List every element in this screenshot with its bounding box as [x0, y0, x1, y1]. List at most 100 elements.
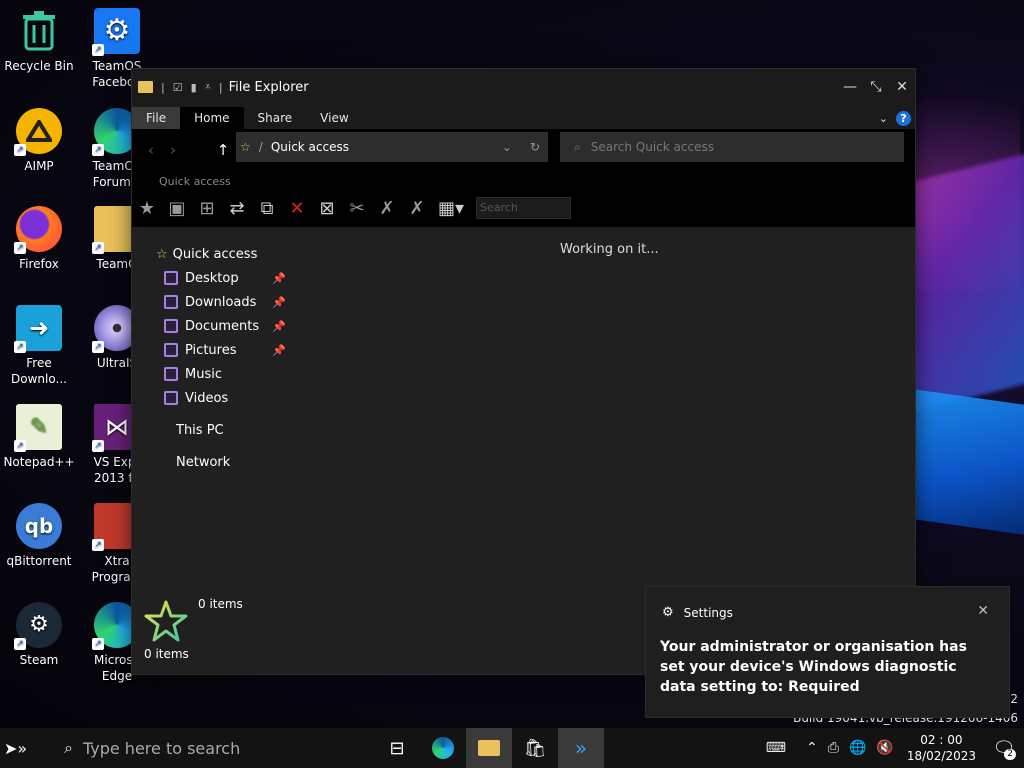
quick-access-star-icon: ☆ — [156, 246, 168, 262]
notepadpp-icon: ✎ ↗ — [14, 404, 62, 452]
remove-icon[interactable]: ✗ — [404, 195, 430, 221]
notification-app-name: Settings — [683, 605, 733, 620]
folder-icon — [164, 391, 178, 405]
store-taskbar-icon[interactable]: 🛍 — [512, 728, 558, 768]
ribbon-group-label: Quick access — [159, 175, 231, 188]
maximize-button[interactable]: ⤡ — [863, 79, 889, 95]
app-taskbar-icon[interactable]: » — [558, 728, 604, 768]
status-item-count: 0 items — [198, 597, 243, 611]
nav-quick-access[interactable]: ☆ Quick access — [156, 243, 257, 265]
gear-icon: ⚙ — [662, 605, 674, 620]
nav-item-downloads[interactable]: Downloads 📌 — [164, 291, 286, 313]
desktop-icon-steam[interactable]: ⚙ ↗ Steam — [0, 602, 78, 668]
arrow-app-icon: » — [574, 736, 588, 760]
nav-item-documents[interactable]: Documents 📌 — [164, 315, 286, 337]
pin-icon: 📌 — [272, 271, 286, 285]
desktop-icon-free-download[interactable]: ➜ ↗ Free Downlo... — [0, 305, 78, 387]
nav-network[interactable]: Network — [176, 451, 230, 473]
ribbon-body: Quick access ★ ▣ ⊞ ⇄ ⧉ ✕ ⊠ ✂ ✗ ✗ ▦▾ Sear… — [132, 173, 915, 227]
nav-item-pictures[interactable]: Pictures 📌 — [164, 339, 286, 361]
free-download-icon: ➜ ↗ — [14, 305, 62, 353]
cut-icon[interactable]: ✂ — [344, 195, 370, 221]
tab-file[interactable]: File — [132, 107, 181, 129]
forward-button[interactable]: › — [162, 141, 184, 161]
navigation-pane: ☆ Quick access Desktop 📌 Downloads 📌 Doc… — [132, 233, 292, 493]
task-view-icon[interactable]: ⊟ — [374, 728, 420, 768]
move-to-icon[interactable]: ⇄ — [224, 195, 250, 221]
ribbon-tabs: File Home Share View ⌄ ? — [132, 105, 915, 129]
taskbar-search-box[interactable]: ⌕ Type here to search — [64, 738, 374, 758]
expand-ribbon-icon[interactable]: ⌄ — [879, 112, 888, 125]
new-folder-icon[interactable]: ▮ — [191, 81, 197, 94]
pin-icon: 📌 — [272, 343, 286, 357]
desktop-icon-firefox[interactable]: ↗ Firefox — [0, 206, 78, 272]
refresh-icon[interactable]: ↻ — [530, 140, 540, 154]
address-dropdown-icon[interactable]: ⌄ — [502, 140, 512, 154]
pin-icon: 📌 — [272, 319, 286, 333]
help-icon[interactable]: ? — [896, 111, 911, 126]
rename-icon[interactable]: ✗ — [374, 195, 400, 221]
clock-date: 18/02/2023 — [906, 749, 976, 763]
store-icon: 🛍 — [523, 737, 547, 759]
search-placeholder: Search Quick access — [590, 140, 714, 154]
desktop-icon-qbittorrent[interactable]: qb qBittorrent — [0, 503, 78, 569]
network-globe-icon[interactable]: 🌐 — [844, 740, 871, 756]
desktop-icon-aimp[interactable]: ↗ AIMP — [0, 108, 78, 174]
window-title: File Explorer — [228, 79, 309, 95]
delete-icon[interactable]: ✕ — [284, 195, 310, 221]
taskbar-search-placeholder: Type here to search — [82, 738, 241, 758]
nav-this-pc[interactable]: This PC — [176, 419, 224, 441]
show-hidden-icons-chevron-icon[interactable]: ⌃ — [801, 740, 823, 756]
settings-notification[interactable]: ⚙ Settings ✕ Your administrator or organ… — [645, 586, 1010, 718]
notification-count-badge: 2 — [1004, 749, 1016, 760]
quick-access-toolbar: | ☑ ▮ ⩡ | — [132, 80, 223, 94]
copy-to-icon[interactable]: ⧉ — [254, 195, 280, 221]
firefox-icon: ↗ — [14, 206, 62, 254]
tab-share[interactable]: Share — [244, 107, 307, 129]
action-center-button[interactable]: 🗨 2 — [984, 728, 1024, 768]
windows-icon[interactable]: ⊞ — [194, 195, 220, 221]
file-explorer-taskbar-icon[interactable] — [466, 728, 512, 768]
properties-icon[interactable]: ☑ — [173, 81, 183, 94]
close-button[interactable]: ✕ — [889, 79, 915, 95]
customize-qat-icon[interactable]: ⩡ — [205, 80, 211, 94]
qbittorrent-icon: qb — [16, 503, 62, 549]
address-text: Quick access — [270, 140, 349, 154]
nav-item-videos[interactable]: Videos — [164, 387, 228, 409]
quick-access-star-icon — [144, 600, 188, 642]
search-box[interactable]: ⌕ Search Quick access — [560, 132, 904, 162]
volume-muted-icon[interactable]: 🔇 — [871, 740, 898, 756]
edge-icon — [432, 737, 454, 759]
address-bar[interactable]: ☆ / Quick access ⌄ ↻ — [236, 132, 548, 162]
delete-permanently-icon[interactable]: ⊠ — [314, 195, 340, 221]
desktop-icon-notepadpp[interactable]: ✎ ↗ Notepad++ — [0, 404, 78, 470]
details-pane: 0 items 0 items — [144, 597, 344, 669]
nav-item-desktop[interactable]: Desktop 📌 — [164, 267, 286, 289]
up-button[interactable]: ↑ — [212, 141, 234, 161]
close-icon[interactable]: ✕ — [977, 603, 989, 619]
nav-item-music[interactable]: Music — [164, 363, 222, 385]
folder-icon — [164, 271, 178, 285]
tab-home[interactable]: Home — [180, 107, 244, 129]
quick-access-star-icon: ☆ — [240, 140, 251, 154]
device-icon[interactable]: ⎙ — [823, 740, 844, 756]
gear-icon: ⚙ ↗ — [92, 8, 140, 56]
ribbon-search-input[interactable]: Search — [476, 197, 571, 219]
recycle-bin-icon — [16, 8, 62, 54]
title-bar: | ☑ ▮ ⩡ | File Explorer — ⤡ ✕ — [132, 69, 915, 105]
folder-icon — [164, 295, 178, 309]
minimize-button[interactable]: — — [837, 79, 863, 95]
keyboard-icon[interactable]: ⌨ — [761, 740, 791, 756]
start-button-icon[interactable]: ➤» — [4, 739, 27, 758]
clock[interactable]: 02 : 00 18/02/2023 — [899, 732, 984, 764]
back-button[interactable]: ‹ — [140, 141, 162, 161]
tab-view[interactable]: View — [306, 107, 362, 129]
pin-star-icon[interactable]: ★ — [134, 195, 160, 221]
copy-icon[interactable]: ▣ — [164, 195, 190, 221]
edge-taskbar-icon[interactable] — [420, 728, 466, 768]
taskbar: ➤» ⌕ Type here to search ⊟ 🛍 » ⌨ ⌃ ⎙ 🌐 🔇… — [0, 728, 1024, 768]
desktop-icon-recycle-bin[interactable]: Recycle Bin — [0, 8, 78, 74]
status-bar-count: 0 items — [144, 647, 189, 661]
folder-icon — [164, 343, 178, 357]
view-options-icon[interactable]: ▦▾ — [434, 195, 468, 221]
